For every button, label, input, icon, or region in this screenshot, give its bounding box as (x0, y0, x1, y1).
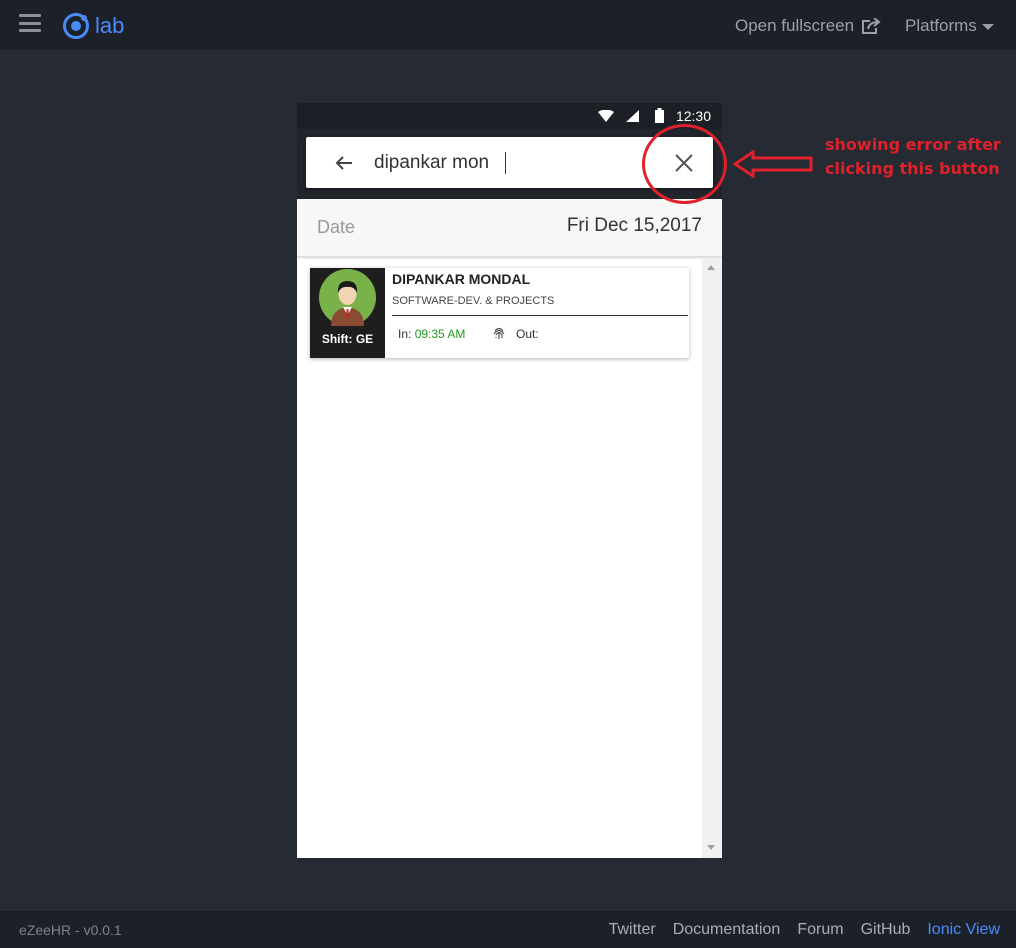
text-cursor (505, 152, 506, 174)
scroll-down-arrow-icon[interactable] (707, 845, 715, 850)
date-label: Date (317, 217, 356, 237)
menu-icon[interactable] (19, 14, 41, 32)
divider (392, 315, 688, 316)
ionic-lab-logo[interactable]: lab (62, 12, 124, 40)
chevron-down-icon (981, 24, 994, 30)
status-time: 12:30 (675, 108, 711, 124)
battery-icon (655, 108, 664, 123)
employee-avatar-panel: Shift: GE (310, 268, 385, 358)
platforms-label: Platforms (905, 16, 977, 35)
results-list: Shift: GE DIPANKAR MONDAL SOFTWARE-DEV. … (297, 259, 722, 858)
open-fullscreen-label: Open fullscreen (735, 16, 855, 35)
phone-preview: 12:30 Date Fri Dec 15,2017 (297, 103, 722, 858)
employee-name: DIPANKAR MONDAL (392, 271, 531, 287)
status-bar: 12:30 (297, 103, 722, 129)
annotation-circle (642, 124, 727, 204)
back-arrow-icon[interactable] (332, 151, 356, 175)
fingerprint-icon (493, 327, 505, 339)
annotation-text: showing error after clicking this button (825, 133, 1001, 181)
app-version: eZeeHR - v0.0.1 (19, 922, 122, 938)
footer-link-documentation[interactable]: Documentation (673, 921, 781, 939)
shift-label: Shift: GE (321, 332, 374, 346)
out-label: Out: (516, 327, 539, 341)
share-icon (862, 17, 881, 34)
platforms-dropdown[interactable]: Platforms (905, 16, 994, 36)
avatar (319, 269, 376, 326)
annotation-line-2: clicking this button (825, 159, 1000, 178)
date-value: Fri Dec 15,2017 (566, 215, 702, 236)
date-row[interactable]: Date Fri Dec 15,2017 (297, 199, 722, 257)
annotation-line-1: showing error after (825, 135, 1001, 154)
top-bar: lab Open fullscreen Platforms (0, 0, 1016, 50)
wifi-icon (598, 110, 614, 122)
footer-link-ionic-view[interactable]: Ionic View (927, 921, 1000, 939)
footer-link-forum[interactable]: Forum (797, 921, 843, 939)
footer: eZeeHR - v0.0.1 Twitter Documentation Fo… (0, 911, 1016, 948)
scrollbar[interactable] (702, 259, 722, 858)
footer-link-twitter[interactable]: Twitter (609, 921, 656, 939)
scroll-up-arrow-icon[interactable] (707, 265, 715, 270)
employee-department: SOFTWARE-DEV. & PROJECTS (392, 295, 555, 307)
logo-text: lab (95, 13, 125, 38)
search-input[interactable] (374, 150, 644, 176)
in-time-row: In: 09:35 AM (398, 327, 465, 341)
ionic-logo-icon (63, 13, 89, 39)
in-time: 09:35 AM (414, 327, 466, 341)
signal-icon (626, 110, 639, 122)
annotation-arrow-icon (733, 150, 813, 178)
employee-card[interactable]: Shift: GE DIPANKAR MONDAL SOFTWARE-DEV. … (310, 268, 689, 358)
in-label: In: (398, 327, 412, 341)
footer-link-github[interactable]: GitHub (861, 921, 911, 939)
footer-links: Twitter Documentation Forum GitHub Ionic… (592, 921, 1000, 939)
open-fullscreen-button[interactable]: Open fullscreen (735, 16, 881, 36)
